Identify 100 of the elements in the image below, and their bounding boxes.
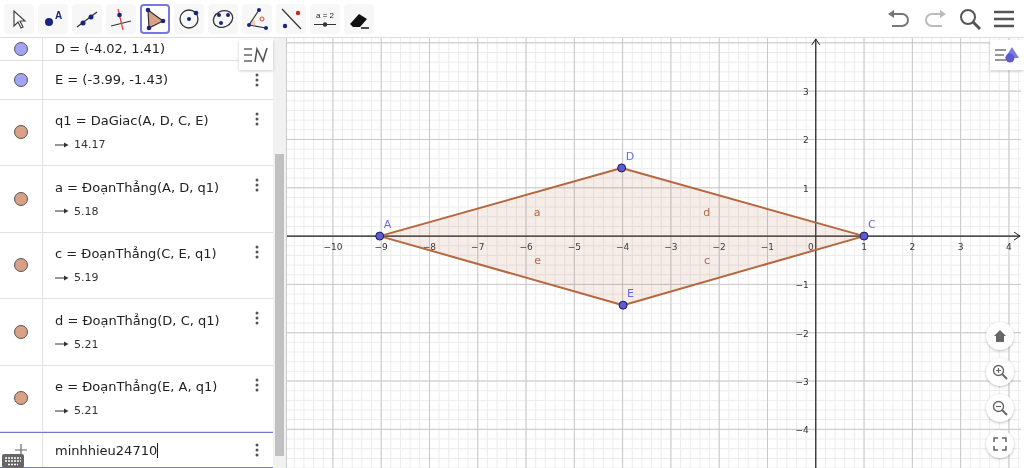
visibility-dot[interactable] xyxy=(14,258,28,273)
plus-icon[interactable] xyxy=(15,444,27,457)
axis-tick-label: 1 xyxy=(861,242,867,253)
tool-button[interactable]: a = 2 xyxy=(310,3,340,34)
axis-tick-label: 0 xyxy=(808,242,814,253)
axis-tick-label: −3 xyxy=(795,377,809,388)
axis-tick-label: −5 xyxy=(567,242,581,253)
visibility-dot[interactable] xyxy=(14,125,28,140)
result-value: 5.18 xyxy=(74,204,99,218)
visibility-dot[interactable] xyxy=(14,324,28,339)
axis-tick-label: −6 xyxy=(519,242,533,253)
axis-tick-label: 4 xyxy=(1006,242,1012,253)
tool-button[interactable] xyxy=(174,3,204,34)
segment-label: d xyxy=(703,206,711,220)
fullscreen-button[interactable] xyxy=(986,430,1014,458)
result-value: 5.19 xyxy=(74,271,99,285)
point[interactable] xyxy=(617,163,627,173)
zoom-out-icon xyxy=(992,400,1008,416)
algebra-formula[interactable]: q1 = DaGiac(A, D, C, E) xyxy=(55,113,209,129)
more-options-icon[interactable] xyxy=(255,443,259,458)
axis-tick-label: −8 xyxy=(422,242,437,253)
tool-button[interactable] xyxy=(72,3,102,34)
point-label: E xyxy=(627,287,635,301)
point[interactable] xyxy=(859,231,869,241)
arrow-icon xyxy=(55,141,69,148)
point-label: C xyxy=(868,218,876,232)
segment-label: e xyxy=(534,254,541,268)
slider-icon xyxy=(313,21,337,27)
axis-tick-label: −2 xyxy=(712,242,726,253)
reflect-icon xyxy=(279,6,303,31)
zoom-in-icon xyxy=(992,364,1008,380)
visibility-dot[interactable] xyxy=(14,41,28,56)
point-label: A xyxy=(383,218,392,232)
home-button[interactable] xyxy=(986,322,1014,350)
axis-tick-label: 2 xyxy=(909,242,916,253)
arrow-icon xyxy=(55,407,69,414)
search-icon[interactable] xyxy=(958,6,982,31)
axis-tick-label: 3 xyxy=(957,242,964,253)
axis-tick-label: 2 xyxy=(803,135,809,146)
point[interactable] xyxy=(375,231,385,241)
more-options-icon[interactable] xyxy=(255,72,259,87)
segment-label: c xyxy=(704,254,711,268)
more-options-icon[interactable] xyxy=(255,244,259,259)
angle-icon xyxy=(245,6,269,31)
point[interactable] xyxy=(618,300,628,310)
algebra-formula[interactable]: e = ĐoạnThẳng(E, A, q1) xyxy=(55,379,218,395)
zoom-in-button[interactable] xyxy=(986,358,1014,386)
tool-button[interactable]: A xyxy=(38,3,68,34)
point-tool-label: A xyxy=(54,10,63,21)
graphics-view-icon xyxy=(994,46,1020,64)
result-value: 5.21 xyxy=(74,404,99,418)
axis-tick-label: −7 xyxy=(471,242,485,253)
algebra-formula[interactable]: E = (-3.99, -1.43) xyxy=(55,72,169,88)
more-options-icon[interactable] xyxy=(255,111,259,126)
tool-button[interactable] xyxy=(106,3,136,34)
algebra-style-button[interactable] xyxy=(239,40,273,70)
axis-tick-label: 1 xyxy=(803,183,809,194)
visibility-dot[interactable] xyxy=(14,191,28,206)
arrow-icon xyxy=(55,208,69,215)
tool-button[interactable] xyxy=(140,3,170,34)
zoom-out-button[interactable] xyxy=(986,394,1014,422)
tool-button[interactable] xyxy=(208,3,238,34)
fullscreen-icon xyxy=(993,437,1007,451)
algebra-formula[interactable]: D = (-4.02, 1.41) xyxy=(55,41,166,57)
axis-tick-label: −4 xyxy=(795,425,809,436)
more-options-icon[interactable] xyxy=(255,178,259,193)
axis-tick-label: −10 xyxy=(323,242,343,253)
more-options-icon[interactable] xyxy=(255,377,259,392)
axis-tick-label: 3 xyxy=(803,87,809,98)
graphics-style-button[interactable] xyxy=(990,40,1024,70)
point-icon xyxy=(43,17,54,27)
perpendicular-lines-icon xyxy=(109,6,133,31)
visibility-dot[interactable] xyxy=(14,391,28,406)
tool-button[interactable] xyxy=(242,3,272,34)
algebra-formula[interactable]: c = ĐoạnThẳng(C, E, q1) xyxy=(55,246,217,262)
slider-tool-label: a = 2 xyxy=(316,10,334,20)
tool-button[interactable] xyxy=(4,3,34,34)
arrow-icon xyxy=(55,341,69,348)
result-value: 14.17 xyxy=(74,138,106,152)
circle-icon xyxy=(177,6,201,31)
triangle-icon xyxy=(143,6,167,31)
more-options-icon[interactable] xyxy=(255,311,259,326)
result-value: 5.21 xyxy=(74,337,99,351)
axis-tick-label: −9 xyxy=(374,242,388,253)
axis-tick-label: −3 xyxy=(664,242,678,253)
visibility-dot[interactable] xyxy=(14,72,28,87)
tool-button[interactable] xyxy=(276,3,306,34)
point-label: D xyxy=(625,149,635,163)
algebra-formula[interactable]: a = ĐoạnThẳng(A, D, q1) xyxy=(55,179,220,195)
tool-button[interactable] xyxy=(344,3,374,34)
keyboard-icon[interactable] xyxy=(2,452,24,468)
arrow-icon xyxy=(55,274,69,281)
axis-tick-label: −4 xyxy=(615,242,630,253)
scrollbar[interactable] xyxy=(273,38,286,468)
segment-label: a xyxy=(533,206,541,220)
algebra-formula[interactable]: d = ĐoạnThẳng(D, C, q1) xyxy=(55,312,220,328)
undo-icon[interactable] xyxy=(886,7,912,30)
axis-tick-label: −1 xyxy=(795,280,809,291)
input-field[interactable]: minhhieu24710 xyxy=(55,442,159,458)
home-icon xyxy=(993,329,1007,343)
